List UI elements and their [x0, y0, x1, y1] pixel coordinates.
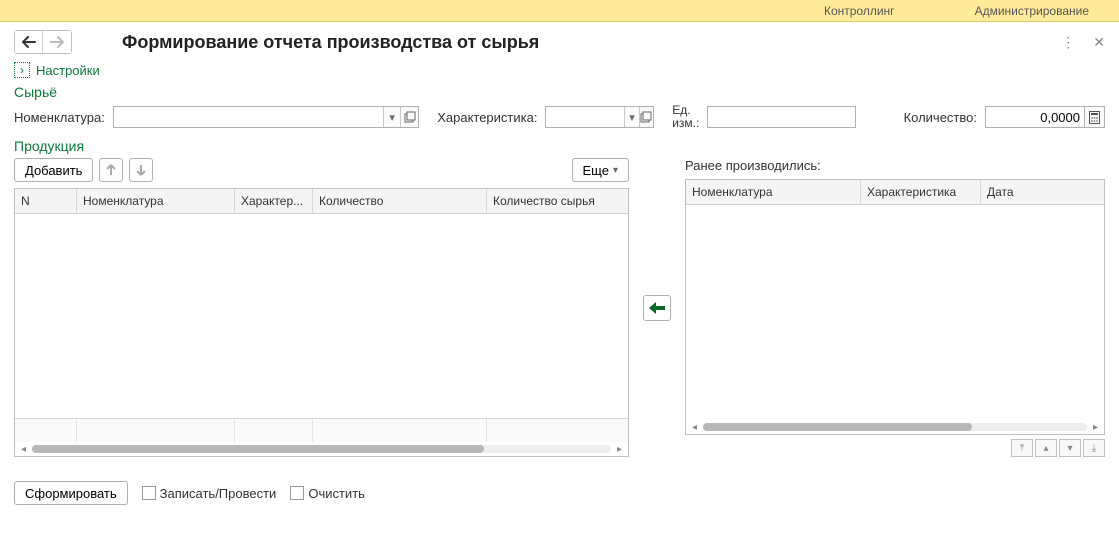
arrow-down-icon	[136, 164, 146, 176]
transfer-left-button[interactable]	[643, 295, 671, 321]
col-nomenclature[interactable]: Номенклатура	[77, 189, 235, 213]
unit-combo[interactable]	[707, 106, 855, 128]
calculator-icon-svg	[1089, 111, 1100, 124]
scroll-left-icon[interactable]: ◂	[690, 422, 699, 433]
nav-buttons	[14, 30, 72, 54]
scroll-right-icon[interactable]: ▸	[1091, 422, 1100, 433]
chevron-right-icon: ›	[14, 62, 30, 78]
nomenclature-open-icon[interactable]	[400, 107, 418, 127]
nomenclature-dropdown-icon[interactable]: ▾	[383, 107, 401, 127]
header-bar: Формирование отчета производства от сырь…	[0, 22, 1119, 60]
unit-label: Ед. изм.:	[672, 104, 699, 130]
nomenclature-input[interactable]	[114, 107, 383, 127]
write-post-label: Записать/Провести	[160, 486, 277, 501]
history-table-header: Номенклатура Характеристика Дата	[686, 180, 1104, 205]
clear-checkbox[interactable]: Очистить	[290, 486, 365, 501]
sort-up-icon[interactable]: ▴	[1035, 439, 1057, 457]
write-post-checkbox[interactable]: Записать/Провести	[142, 486, 277, 501]
characteristic-label: Характеристика:	[437, 110, 537, 125]
characteristic-open-icon[interactable]	[639, 107, 653, 127]
section-raw: Сырьё	[14, 84, 1105, 100]
top-tabs: Контроллинг Администрирование	[0, 0, 1119, 22]
scroll-left-icon[interactable]: ◂	[19, 444, 28, 455]
products-scrollbar[interactable]: ◂ ▸	[15, 442, 628, 456]
hist-col-characteristic[interactable]: Характеристика	[861, 180, 981, 204]
characteristic-combo[interactable]: ▾	[545, 106, 654, 128]
open-in-window-icon	[404, 111, 416, 123]
sort-buttons: ⤒ ▴ ▾ ⤓	[685, 439, 1105, 457]
history-scrollbar[interactable]: ◂ ▸	[686, 420, 1104, 434]
col-n[interactable]: N	[15, 189, 77, 213]
section-product: Продукция	[14, 138, 1105, 154]
hist-col-nomenclature[interactable]: Номенклатура	[686, 180, 861, 204]
kebab-menu-icon[interactable]: ⋮	[1061, 34, 1075, 51]
back-button[interactable]	[15, 31, 43, 53]
settings-link-label: Настройки	[36, 63, 100, 78]
characteristic-dropdown-icon[interactable]: ▾	[624, 107, 638, 127]
characteristic-input[interactable]	[546, 107, 624, 127]
open-in-window-icon	[640, 111, 652, 123]
add-button[interactable]: Добавить	[14, 158, 93, 182]
generate-button[interactable]: Сформировать	[14, 481, 128, 505]
tab-admin[interactable]: Администрирование	[975, 4, 1089, 18]
settings-toggle[interactable]: › Настройки	[14, 62, 1105, 78]
products-table-header: N Номенклатура Характер... Количество Ко…	[15, 189, 628, 214]
quantity-input[interactable]	[985, 106, 1085, 128]
unit-input[interactable]	[708, 107, 854, 127]
tab-controlling[interactable]: Контроллинг	[824, 4, 895, 18]
sort-top-icon[interactable]: ⤒	[1011, 439, 1033, 457]
checkbox-icon[interactable]	[142, 486, 156, 500]
col-quantity[interactable]: Количество	[313, 189, 487, 213]
history-table-body[interactable]	[686, 205, 1104, 420]
arrow-up-icon	[106, 164, 116, 176]
move-up-button[interactable]	[99, 158, 123, 182]
col-characteristic[interactable]: Характер...	[235, 189, 313, 213]
hist-col-date[interactable]: Дата	[981, 180, 1104, 204]
checkbox-icon[interactable]	[290, 486, 304, 500]
products-table-body[interactable]	[15, 214, 628, 418]
products-table-footer	[15, 418, 628, 442]
previously-produced-label: Ранее производились:	[685, 158, 1105, 173]
clear-label: Очистить	[308, 486, 365, 501]
scroll-right-icon[interactable]: ▸	[615, 444, 624, 455]
close-icon[interactable]: ✕	[1093, 34, 1105, 51]
arrow-left-icon	[22, 36, 36, 48]
products-table[interactable]: N Номенклатура Характер... Количество Ко…	[14, 188, 629, 457]
sort-bottom-icon[interactable]: ⤓	[1083, 439, 1105, 457]
nomenclature-label: Номенклатура:	[14, 110, 105, 125]
arrow-left-bold-icon	[648, 301, 666, 315]
forward-button[interactable]	[43, 31, 71, 53]
move-down-button[interactable]	[129, 158, 153, 182]
col-quantity-raw[interactable]: Количество сырья	[487, 189, 628, 213]
more-button[interactable]: Еще	[572, 158, 629, 182]
history-table[interactable]: Номенклатура Характеристика Дата ◂ ▸	[685, 179, 1105, 435]
nomenclature-combo[interactable]: ▾	[113, 106, 419, 128]
calculator-icon[interactable]	[1085, 106, 1105, 128]
sort-down-icon[interactable]: ▾	[1059, 439, 1081, 457]
quantity-label: Количество:	[904, 110, 977, 125]
page-title: Формирование отчета производства от сырь…	[122, 32, 539, 53]
arrow-right-icon	[50, 36, 64, 48]
